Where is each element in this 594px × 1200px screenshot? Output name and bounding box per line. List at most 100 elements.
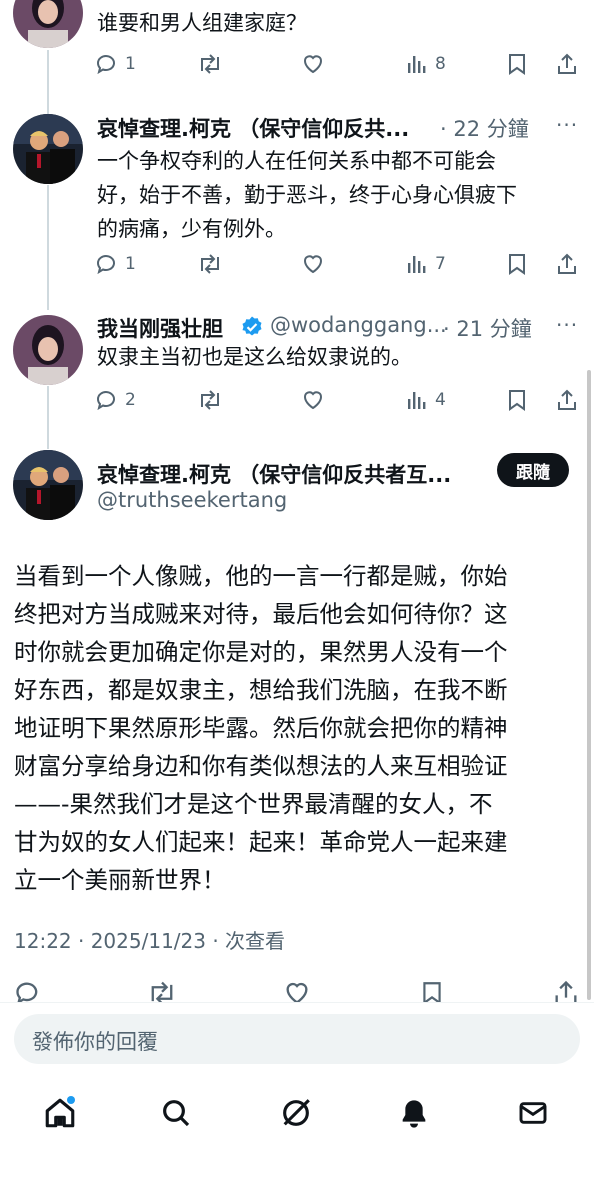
share-button[interactable] — [555, 383, 579, 417]
reply-button[interactable]: 2 — [95, 383, 136, 417]
bookmark-button[interactable] — [505, 247, 529, 281]
avatar[interactable] — [13, 315, 83, 385]
post-text-line: 当看到一个人像贼，他的一言一行都是贼，你始 — [14, 562, 508, 590]
repost-button[interactable] — [197, 47, 223, 81]
grok-tab[interactable] — [276, 1093, 316, 1133]
search-tab[interactable] — [156, 1093, 196, 1133]
repost-icon — [151, 981, 173, 1003]
share-icon — [558, 53, 576, 74]
views-icon — [408, 256, 426, 273]
bookmark-icon — [509, 254, 525, 275]
search-icon — [163, 1100, 190, 1127]
repost-icon — [201, 54, 219, 74]
post-text-line: 财富分享给身边和你有类似想法的人来互相验证 — [14, 752, 508, 780]
reply-input[interactable]: 發佈你的回覆 — [14, 1014, 580, 1064]
bookmark-button[interactable] — [419, 979, 445, 1003]
author-name[interactable]: 哀悼查理.柯克 （保守信仰反共... — [97, 113, 409, 143]
reply-button[interactable] — [14, 979, 42, 1003]
post-text-line: ——-果然我们才是这个世界最清醒的女人，不 — [14, 790, 493, 818]
share-button[interactable] — [555, 47, 579, 81]
post-text: 谁要和男人组建家庭？ — [97, 11, 307, 35]
heart-icon — [304, 55, 322, 74]
post-timestamp: 12:22 · 2025/11/23 · 次查看 — [14, 929, 286, 953]
more-options-icon[interactable]: ··· — [556, 113, 578, 137]
messages-tab[interactable] — [513, 1093, 553, 1133]
thread-line — [47, 50, 49, 114]
post-time[interactable]: · 21 分鐘 — [443, 313, 532, 343]
share-icon — [558, 253, 576, 274]
post-text-line: 一个争权夺利的人在任何关系中都不可能会 — [97, 149, 496, 173]
post-text-line: 好，始于不善，勤于恶斗，终于心身心俱疲下 — [97, 183, 517, 207]
home-tab[interactable] — [40, 1093, 80, 1133]
reply-icon — [97, 55, 115, 75]
post-text-line: 的病痛，少有例外。 — [97, 217, 286, 241]
repost-button[interactable] — [197, 383, 223, 417]
post-text: 一个争权夺利的人在任何关系中都不可能会 好，始于不善，勤于恶斗，终于心身心俱疲下… — [97, 144, 567, 246]
action-bar: 1 8 — [95, 47, 580, 81]
reply-icon — [97, 391, 115, 411]
author-handle[interactable]: @truthseekertang — [97, 488, 287, 512]
views-button[interactable]: 4 — [405, 383, 446, 417]
repost-button[interactable] — [147, 979, 177, 1003]
heart-icon — [304, 255, 322, 274]
reply-count: 1 — [125, 254, 136, 274]
post-text-line: 地证明下果然原形毕露。然后你就会把你的精神 — [14, 714, 508, 742]
action-bar: 1 7 — [95, 247, 580, 281]
like-button[interactable] — [283, 979, 311, 1003]
more-options-icon[interactable]: ··· — [556, 313, 578, 337]
reply-button[interactable]: 1 — [95, 47, 136, 81]
post-text-line: 好东西，都是奴隶主，想给我们洗脑，在我不断 — [14, 676, 508, 704]
author-handle[interactable]: @wodanggang... — [270, 313, 447, 337]
view-count: 8 — [435, 54, 446, 74]
post-text: 当看到一个人像贼，他的一言一行都是贼，你始 终把对方当成贼来对待，最后他会如何待… — [14, 557, 580, 899]
bookmark-button[interactable] — [505, 383, 529, 417]
reply-button[interactable]: 1 — [95, 247, 136, 281]
views-button[interactable]: 8 — [405, 47, 446, 81]
repost-button[interactable] — [197, 247, 223, 281]
reply-icon — [16, 982, 38, 1003]
bookmark-icon — [509, 390, 525, 411]
bottom-nav — [0, 1085, 594, 1145]
views-icon — [408, 392, 426, 409]
reply-count: 1 — [125, 54, 136, 74]
heart-icon — [286, 982, 308, 1003]
reply-count: 2 — [125, 390, 136, 410]
heart-icon — [304, 391, 322, 410]
post-text-line: 时你就会更加确定你是对的，果然男人没有一个 — [14, 638, 508, 666]
post-text-line: 甘为奴的女人们起来！起来！革命党人一起来建 — [14, 828, 508, 856]
bookmark-button[interactable] — [505, 47, 529, 81]
post-text-line: 立一个美丽新世界！ — [14, 866, 226, 894]
avatar[interactable] — [13, 114, 83, 184]
views-icon — [408, 56, 426, 73]
notifications-tab[interactable] — [394, 1093, 434, 1133]
bookmark-icon — [509, 54, 525, 75]
post-time[interactable]: · 22 分鐘 — [440, 113, 529, 143]
notifications-icon — [402, 1100, 426, 1128]
author-name[interactable]: 哀悼查理.柯克 （保守信仰反共者互... — [97, 459, 451, 489]
views-button[interactable]: 7 — [405, 247, 446, 281]
share-icon — [558, 389, 576, 410]
follow-button-label: 跟隨 — [516, 462, 550, 483]
notification-dot — [67, 1096, 75, 1104]
avatar[interactable] — [13, 0, 83, 48]
grok-icon — [283, 1099, 310, 1126]
like-button[interactable] — [301, 247, 325, 281]
thread-line — [47, 386, 49, 449]
view-count: 4 — [435, 390, 446, 410]
reply-input-placeholder: 發佈你的回覆 — [32, 1030, 158, 1054]
avatar[interactable] — [13, 450, 83, 520]
messages-icon — [519, 1102, 547, 1124]
follow-button[interactable]: 跟隨 — [497, 453, 569, 487]
share-icon — [555, 980, 577, 1003]
author-name[interactable]: 我当刚强壮胆 — [97, 313, 223, 343]
reply-icon — [97, 255, 115, 275]
thread-line — [47, 185, 49, 310]
like-button[interactable] — [301, 47, 325, 81]
post-text-line: 终把对方当成贼来对待，最后他会如何待你？这 — [14, 600, 508, 628]
share-button[interactable] — [552, 979, 580, 1003]
share-button[interactable] — [555, 247, 579, 281]
like-button[interactable] — [301, 383, 325, 417]
action-bar — [0, 975, 594, 1003]
post-text: 奴隶主当初也是这么给奴隶说的。 — [97, 345, 412, 369]
scrollbar[interactable] — [587, 370, 591, 1000]
